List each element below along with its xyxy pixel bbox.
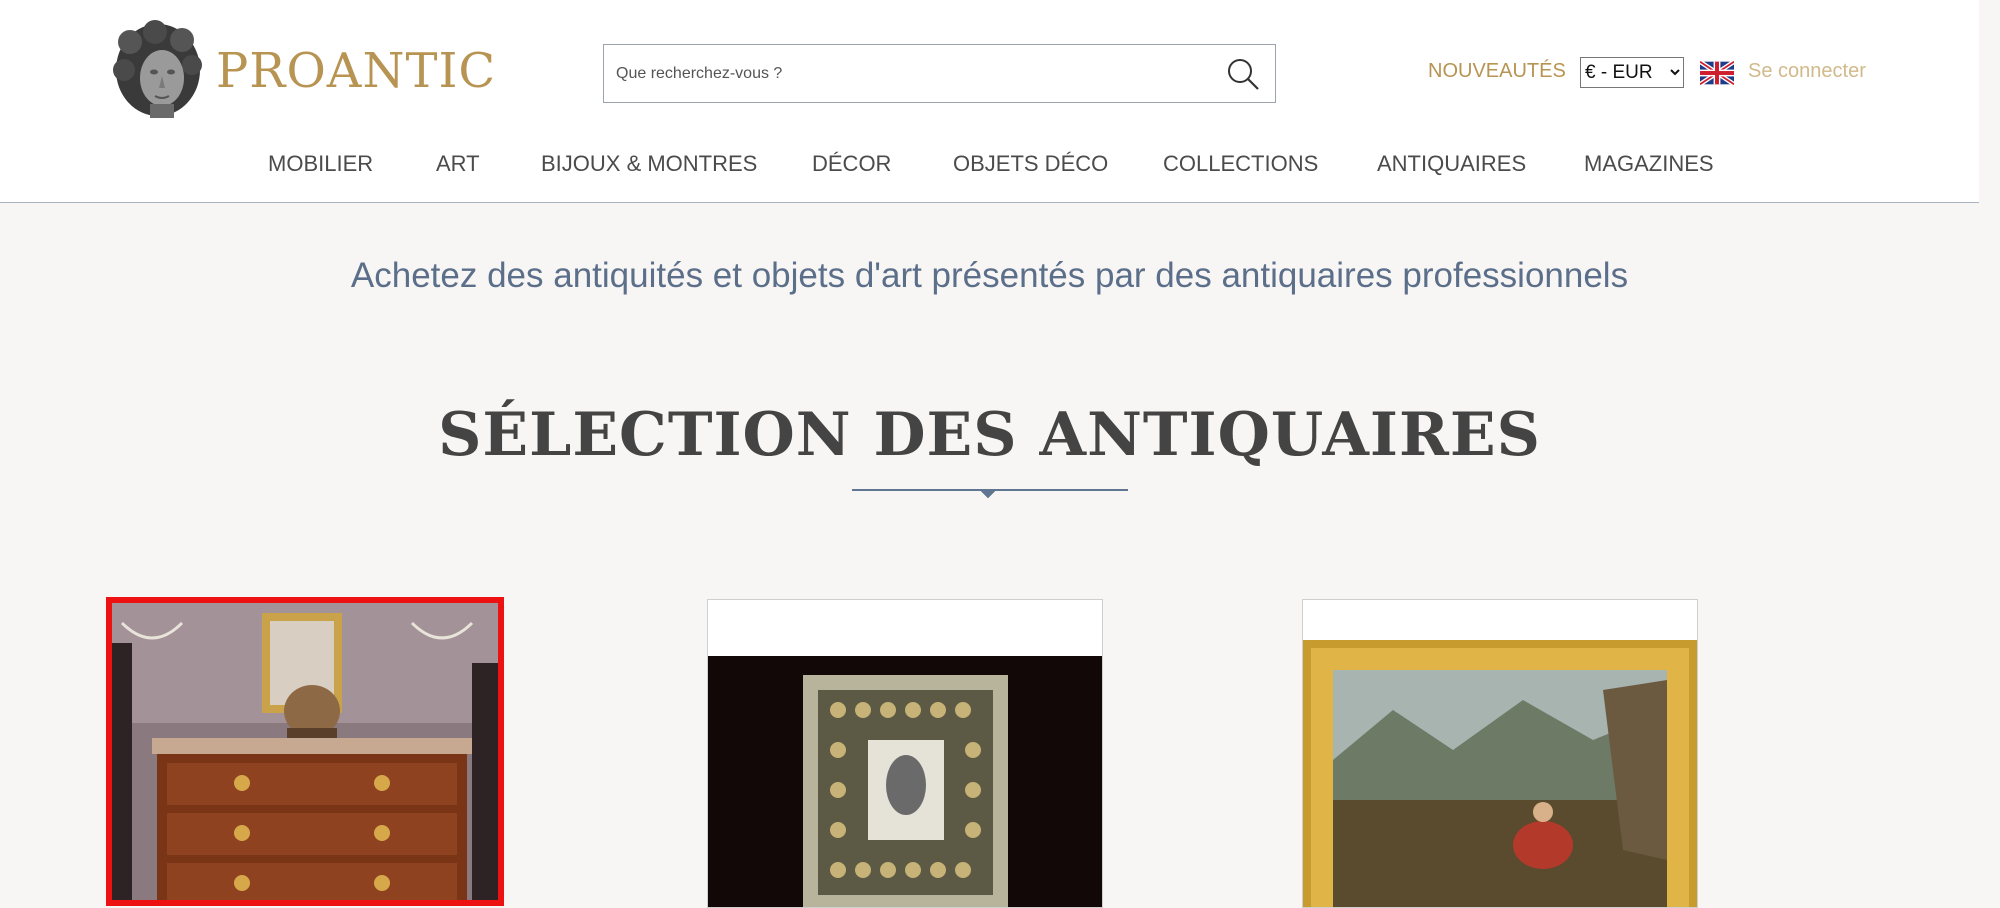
product-image-commode: [112, 603, 498, 900]
search-icon[interactable]: [1225, 56, 1261, 92]
nouveautes-link[interactable]: NOUVEAUTÉS: [1428, 60, 1566, 83]
nav-item-bijoux-montres[interactable]: BIJOUX & MONTRES: [541, 151, 757, 177]
search-input[interactable]: [604, 45, 1204, 102]
main-nav: MOBILIER ART BIJOUX & MONTRES DÉCOR OBJE…: [0, 151, 1979, 181]
nav-item-magazines[interactable]: MAGAZINES: [1584, 151, 1714, 177]
product-card-2[interactable]: [707, 599, 1103, 908]
nav-item-collections[interactable]: COLLECTIONS: [1163, 151, 1318, 177]
nav-item-mobilier[interactable]: MOBILIER: [268, 151, 373, 177]
site-header: PROANTIC NOUVEAUTÉS € - EUR Se connecter…: [0, 0, 1979, 203]
nav-item-art[interactable]: ART: [436, 151, 480, 177]
nav-item-objets-deco[interactable]: OBJETS DÉCO: [953, 151, 1108, 177]
nav-item-decor[interactable]: DÉCOR: [812, 151, 891, 177]
nav-item-antiquaires[interactable]: ANTIQUAIRES: [1377, 151, 1526, 177]
logo-text: PROANTIC: [216, 43, 497, 99]
currency-select[interactable]: € - EUR: [1580, 57, 1684, 88]
product-image-religious-frame: [708, 600, 1102, 907]
tagline: Achetez des antiquités et objets d'art p…: [350, 256, 1629, 295]
search-bar: [603, 44, 1276, 103]
uk-flag-icon[interactable]: [1700, 61, 1734, 85]
logo-bust-icon: [113, 20, 202, 118]
product-card-3[interactable]: [1302, 599, 1698, 908]
product-image-landscape-painting: [1303, 600, 1697, 907]
product-card-1[interactable]: [106, 597, 504, 906]
logo-link[interactable]: PROANTIC: [110, 20, 496, 122]
section-title: SÉLECTION DES ANTIQUAIRES: [438, 400, 1541, 470]
login-link[interactable]: Se connecter: [1748, 60, 1866, 83]
